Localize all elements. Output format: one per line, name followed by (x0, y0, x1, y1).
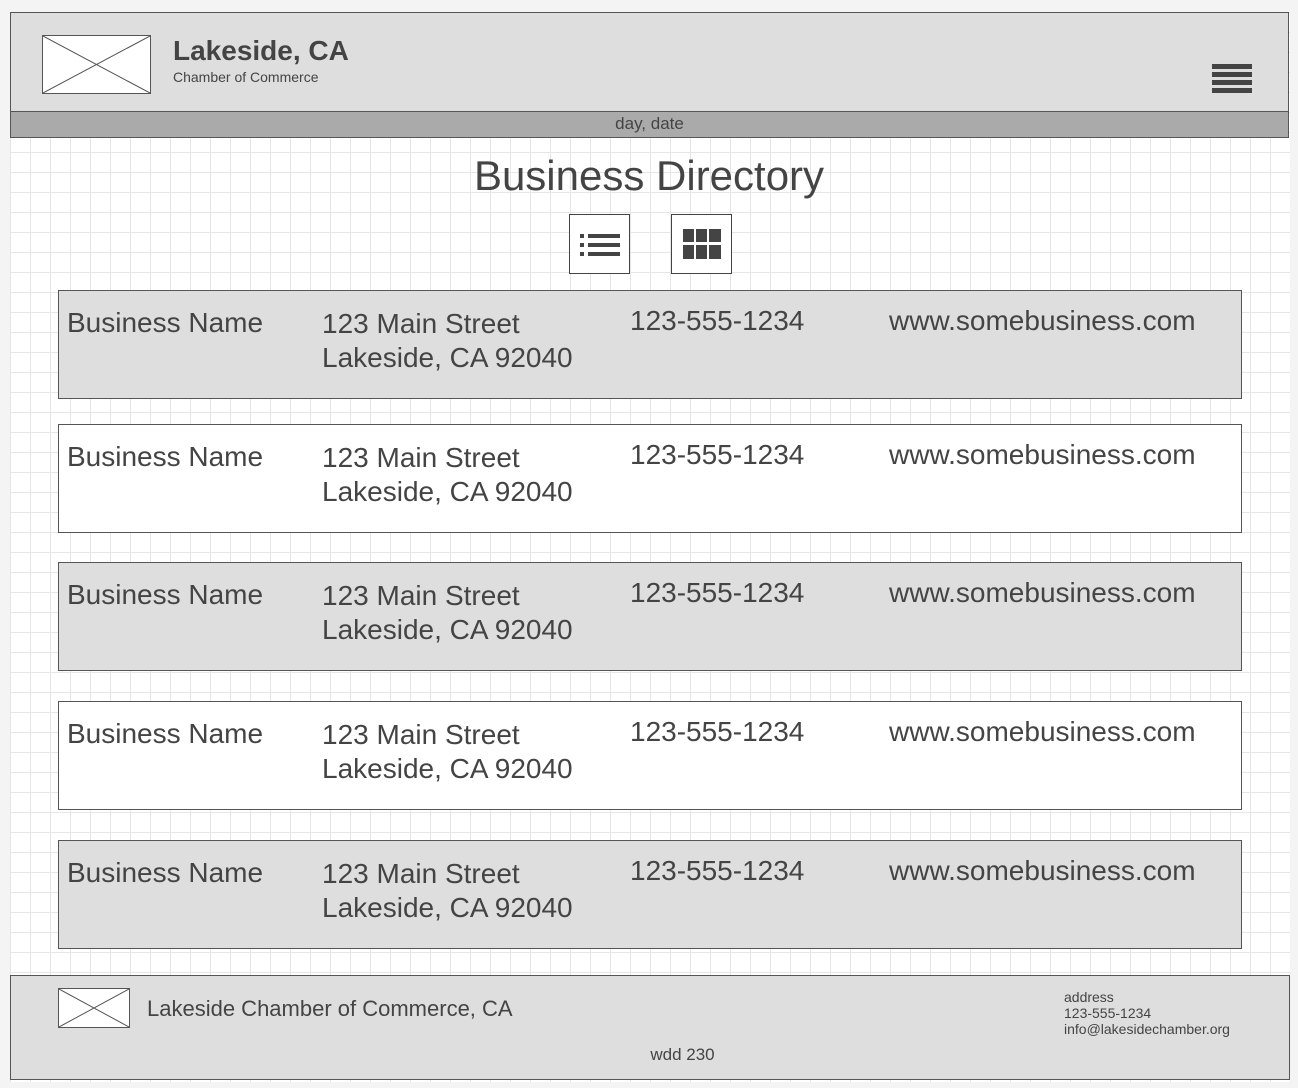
footer-course-label: wdd 230 (650, 1045, 715, 1064)
address-line-1: 123 Main Street (322, 308, 520, 339)
hamburger-menu-icon[interactable] (1212, 64, 1252, 100)
business-website-link[interactable]: www.somebusiness.com (889, 716, 1196, 748)
business-phone: 123-555-1234 (630, 855, 805, 886)
business-address: 123 Main Street Lakeside, CA 92040 (322, 307, 573, 375)
footer-contact: address 123-555-1234 info@lakesidechambe… (1064, 989, 1230, 1037)
footer-address: address (1064, 989, 1114, 1005)
business-row[interactable]: Business Name 123 Main Street Lakeside, … (58, 701, 1242, 810)
site-header: Lakeside, CA Chamber of Commerce (10, 12, 1289, 112)
business-row[interactable]: Business Name 123 Main Street Lakeside, … (58, 290, 1242, 399)
business-website-link[interactable]: www.somebusiness.com (889, 439, 1196, 471)
address-line-2: Lakeside, CA 92040 (322, 753, 573, 784)
business-address: 123 Main Street Lakeside, CA 92040 (322, 718, 573, 786)
address-line-1: 123 Main Street (322, 858, 520, 889)
business-phone: 123-555-1234 (630, 439, 805, 470)
business-row[interactable]: Business Name 123 Main Street Lakeside, … (58, 562, 1242, 671)
image-placeholder-icon[interactable] (42, 35, 151, 94)
grid-view-icon (682, 229, 721, 259)
business-website-link[interactable]: www.somebusiness.com (889, 855, 1196, 887)
address-line-1: 123 Main Street (322, 580, 520, 611)
address-line-2: Lakeside, CA 92040 (322, 892, 573, 923)
business-address: 123 Main Street Lakeside, CA 92040 (322, 857, 573, 925)
footer-phone: 123-555-1234 (1064, 1005, 1152, 1021)
footer-email-link[interactable]: info@lakesidechamber.org (1064, 1021, 1230, 1037)
grid-view-button[interactable] (671, 214, 732, 274)
business-address: 123 Main Street Lakeside, CA 92040 (322, 579, 573, 647)
business-name: Business Name (67, 579, 264, 610)
business-website-link[interactable]: www.somebusiness.com (889, 305, 1196, 337)
site-title: Lakeside, CA (173, 35, 349, 66)
business-name: Business Name (67, 441, 264, 472)
footer-image-placeholder-icon (58, 988, 130, 1028)
site-footer: Lakeside Chamber of Commerce, CA address… (10, 975, 1290, 1080)
business-phone: 123-555-1234 (630, 305, 805, 336)
business-phone: 123-555-1234 (630, 577, 805, 608)
list-view-button[interactable] (569, 214, 630, 274)
address-line-2: Lakeside, CA 92040 (322, 614, 573, 645)
site-subtitle: Chamber of Commerce (173, 69, 319, 85)
footer-org-name: Lakeside Chamber of Commerce, CA (147, 996, 513, 1021)
business-name: Business Name (67, 857, 264, 888)
address-line-1: 123 Main Street (322, 719, 520, 750)
business-row[interactable]: Business Name 123 Main Street Lakeside, … (58, 424, 1242, 533)
business-website-link[interactable]: www.somebusiness.com (889, 577, 1196, 609)
page-title: Business Directory (473, 152, 825, 199)
date-bar: day, date (10, 111, 1289, 138)
address-line-1: 123 Main Street (322, 442, 520, 473)
business-address: 123 Main Street Lakeside, CA 92040 (322, 441, 573, 509)
business-row[interactable]: Business Name 123 Main Street Lakeside, … (58, 840, 1242, 949)
address-line-2: Lakeside, CA 92040 (322, 476, 573, 507)
business-phone: 123-555-1234 (630, 716, 805, 747)
list-view-icon (579, 234, 620, 256)
business-name: Business Name (67, 718, 264, 749)
address-line-2: Lakeside, CA 92040 (322, 342, 573, 373)
business-name: Business Name (67, 307, 264, 338)
